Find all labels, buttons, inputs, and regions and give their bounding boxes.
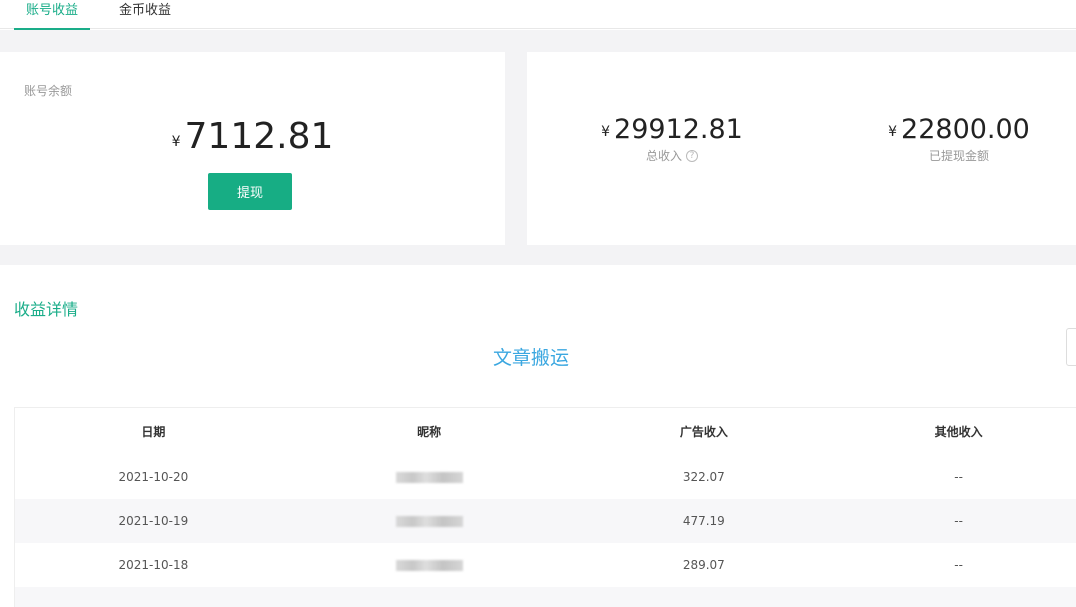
tab-account-earnings[interactable]: 账号收益: [14, 0, 90, 30]
balance-label: 账号余额: [24, 84, 73, 98]
nickname-cell: [292, 558, 567, 572]
category-title[interactable]: 文章搬运: [0, 343, 1062, 370]
withdrawn-value: 22800.00: [901, 114, 1030, 145]
total-income-amount: ¥29912.81: [562, 114, 782, 145]
income-summary-card: ¥29912.81 总收入 ? ¥22800.00 已提现金额: [527, 52, 1076, 245]
withdrawn-label: 已提现金额: [928, 149, 989, 163]
withdrawn-stat: ¥22800.00 已提现金额: [849, 114, 1069, 164]
table-row: 2021-10-19 477.19 --: [15, 499, 1076, 543]
other-income-cell: --: [954, 470, 963, 484]
column-header-nickname: 昵称: [417, 425, 442, 439]
ad-income-cell: 477.19: [682, 514, 725, 528]
balance-amount: ¥7112.81: [0, 116, 505, 157]
date-cell: 2021-10-19: [118, 514, 189, 528]
total-income-stat: ¥29912.81 总收入 ?: [562, 114, 782, 164]
withdrawn-amount: ¥22800.00: [849, 114, 1069, 145]
help-icon[interactable]: ?: [686, 149, 698, 162]
earnings-table: 日期 昵称 广告收入 其他收入 2021-10-20 322.07 -- 202…: [14, 407, 1076, 607]
other-income-cell: --: [954, 514, 963, 528]
total-income-value: 29912.81: [614, 114, 743, 145]
balance-value: 7112.81: [184, 116, 334, 157]
column-header-date: 日期: [141, 425, 166, 439]
total-income-label: 总收入: [645, 149, 682, 163]
yen-symbol: ¥: [601, 124, 611, 140]
date-cell: 2021-10-18: [118, 558, 189, 572]
nickname-cell: [292, 514, 567, 528]
tab-bar: 账号收益 金币收益: [0, 0, 1076, 30]
blurred-nickname: [395, 472, 463, 483]
table-row: 2021-10-20 322.07 --: [15, 455, 1076, 499]
other-income-cell: --: [954, 558, 963, 572]
date-cell: 2021-10-20: [118, 470, 189, 484]
blurred-nickname: [395, 516, 463, 527]
side-scroll-handle[interactable]: [1066, 328, 1076, 366]
ad-income-cell: 289.07: [682, 558, 725, 572]
ad-income-cell: 322.07: [682, 470, 725, 484]
yen-symbol: ¥: [888, 124, 898, 140]
column-header-other-income: 其他收入: [934, 425, 983, 439]
nickname-cell: [292, 470, 567, 484]
column-header-ad-income: 广告收入: [679, 425, 728, 439]
tab-coin-earnings[interactable]: 金币收益: [107, 0, 183, 29]
blurred-nickname: [395, 560, 463, 571]
table-row: 2021-10-18 289.07 --: [15, 543, 1076, 587]
balance-card: 账号余额 ¥7112.81 提现: [0, 52, 505, 245]
yen-symbol: ¥: [171, 134, 181, 150]
table-header: 日期 昵称 广告收入 其他收入: [15, 408, 1076, 455]
withdraw-button[interactable]: 提现: [208, 173, 292, 210]
earnings-details-title: 收益详情: [14, 300, 79, 319]
table-row-partial: [15, 587, 1076, 607]
